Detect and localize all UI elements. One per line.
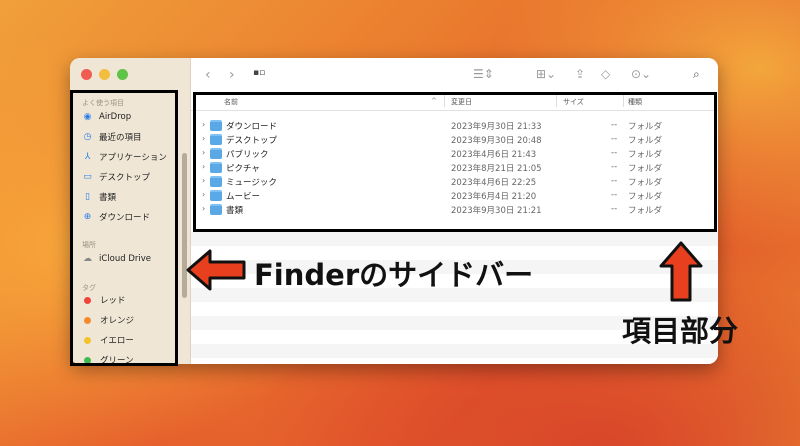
empty-row-stripe: [191, 232, 718, 246]
minimize-button[interactable]: [99, 69, 110, 80]
close-button[interactable]: [81, 69, 92, 80]
back-icon[interactable]: ‹: [205, 67, 211, 83]
sidebar-highlight-box: [70, 90, 178, 366]
window-controls: [81, 69, 128, 80]
toolbar: ‹ › ▪▫ ☰⇕ ⊞⌄ ⇪ ◇ ⊙⌄ ⌕: [191, 58, 718, 92]
forward-icon[interactable]: ›: [229, 67, 235, 83]
sidebar-annotation-label: Finderのサイドバー: [254, 258, 534, 292]
tag-icon[interactable]: ◇: [601, 67, 610, 81]
share-icon[interactable]: ⇪: [575, 67, 585, 81]
search-icon[interactable]: ⌕: [693, 67, 700, 82]
folder-path-icon: ▪▫: [253, 68, 266, 78]
more-actions-icon[interactable]: ⊙⌄: [631, 67, 651, 81]
list-view-icon[interactable]: ☰⇕: [473, 67, 494, 81]
group-icon[interactable]: ⊞⌄: [536, 67, 556, 81]
items-annotation-label: 項目部分: [622, 314, 739, 348]
up-arrow-icon: [659, 241, 703, 302]
left-arrow-icon: [186, 249, 246, 291]
items-highlight-box: [193, 92, 717, 232]
zoom-button[interactable]: [117, 69, 128, 80]
